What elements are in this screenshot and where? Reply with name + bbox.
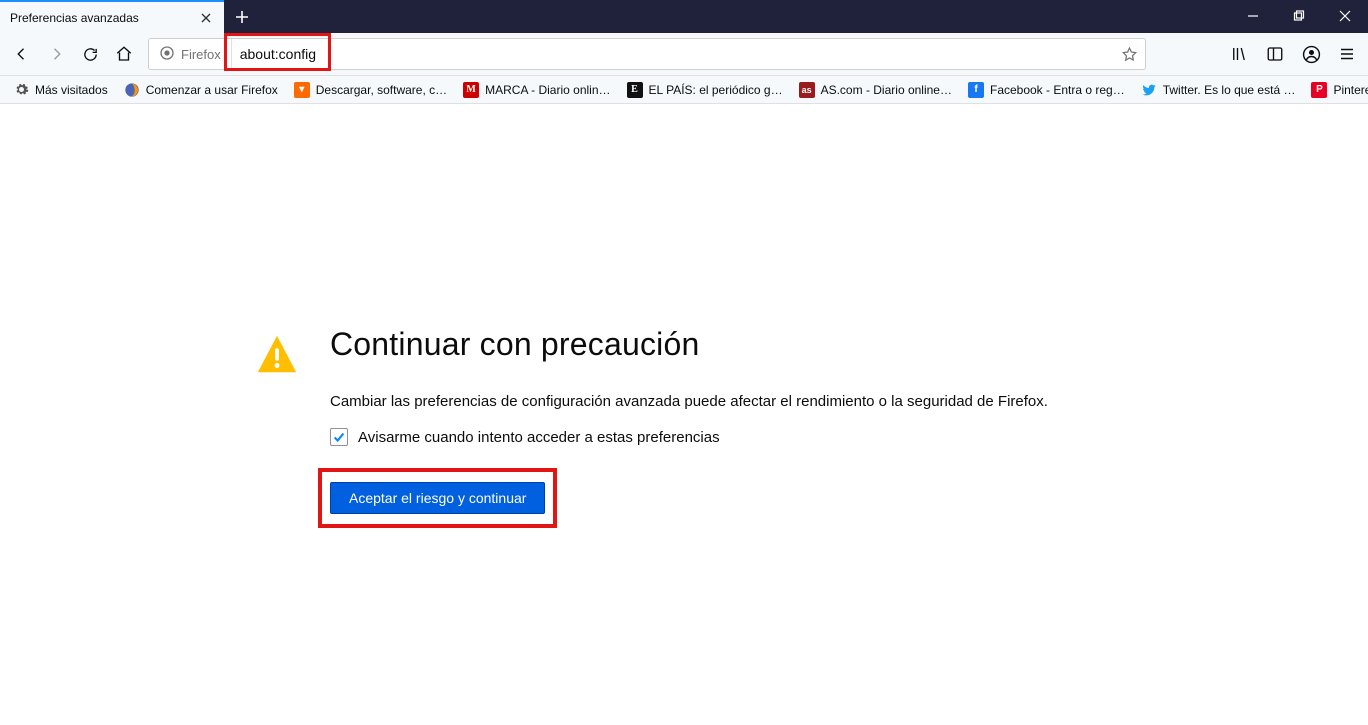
firefox-icon — [124, 82, 140, 98]
elpais-icon: E — [627, 82, 643, 98]
library-button[interactable] — [1224, 39, 1254, 69]
warning-description: Cambiar las preferencias de configuració… — [330, 393, 1048, 410]
pinterest-icon: P — [1311, 82, 1327, 98]
maximize-button[interactable] — [1276, 0, 1322, 31]
bookmark-pinterest[interactable]: P Pinterest — [1304, 78, 1368, 102]
bookmark-elpais[interactable]: E EL PAÍS: el periódico g… — [620, 78, 790, 102]
bookmark-label: Más visitados — [35, 83, 108, 97]
bookmark-star-icon[interactable] — [1113, 38, 1145, 70]
bookmark-twitter[interactable]: Twitter. Es lo que está … — [1134, 78, 1303, 102]
bookmark-facebook[interactable]: f Facebook - Entra o reg… — [961, 78, 1132, 102]
forward-button[interactable] — [40, 38, 72, 70]
account-button[interactable] — [1296, 39, 1326, 69]
bookmarks-toolbar: Más visitados Comenzar a usar Firefox ▾ … — [0, 76, 1368, 104]
bookmark-label: Comenzar a usar Firefox — [146, 83, 278, 97]
download-site-icon: ▾ — [294, 82, 310, 98]
warning-checkbox[interactable] — [330, 428, 348, 446]
bookmark-marca[interactable]: M MARCA - Diario onlin… — [456, 78, 617, 102]
tab-title: Preferencias avanzadas — [10, 11, 198, 25]
tabs-area: Preferencias avanzadas — [0, 0, 260, 33]
bookmark-label: EL PAÍS: el periódico g… — [649, 83, 783, 97]
firefox-logo-icon — [159, 45, 175, 64]
bookmark-label: Twitter. Es lo que está … — [1163, 83, 1296, 97]
twitter-icon — [1141, 82, 1157, 98]
bookmark-as[interactable]: as AS.com - Diario online… — [792, 78, 959, 102]
accept-highlight-box: Aceptar el riesgo y continuar — [318, 468, 557, 528]
marca-icon: M — [463, 82, 479, 98]
warning-checkbox-row: Avisarme cuando intento acceder a estas … — [330, 428, 1048, 446]
warning-checkbox-label: Avisarme cuando intento acceder a estas … — [358, 429, 720, 446]
accept-risk-button[interactable]: Aceptar el riesgo y continuar — [330, 482, 545, 514]
tab-active[interactable]: Preferencias avanzadas — [0, 0, 224, 33]
warning-body: Continuar con precaución Cambiar las pre… — [330, 326, 1048, 528]
facebook-icon: f — [968, 82, 984, 98]
close-tab-icon[interactable] — [198, 10, 214, 26]
window-controls — [1230, 0, 1368, 33]
navigation-toolbar: Firefox about:config — [0, 33, 1368, 76]
gear-icon — [13, 82, 29, 98]
bookmark-firefox-start[interactable]: Comenzar a usar Firefox — [117, 78, 285, 102]
bookmark-label: Pinterest — [1333, 83, 1368, 97]
bookmark-label: MARCA - Diario onlin… — [485, 83, 610, 97]
reload-button[interactable] — [74, 38, 106, 70]
address-bar[interactable]: Firefox about:config — [148, 38, 1146, 70]
bookmark-label: AS.com - Diario online… — [821, 83, 952, 97]
toolbar-right-buttons — [1224, 39, 1362, 69]
url-text[interactable]: about:config — [232, 46, 1113, 62]
close-window-button[interactable] — [1322, 0, 1368, 31]
warning-title: Continuar con precaución — [330, 326, 1048, 363]
back-button[interactable] — [6, 38, 38, 70]
identity-box[interactable]: Firefox — [149, 39, 232, 69]
bookmark-download-software[interactable]: ▾ Descargar, software, c… — [287, 78, 454, 102]
home-button[interactable] — [108, 38, 140, 70]
warning-icon — [254, 332, 300, 383]
sidebar-button[interactable] — [1260, 39, 1290, 69]
identity-label: Firefox — [181, 47, 221, 62]
new-tab-button[interactable] — [224, 0, 260, 33]
bookmark-label: Facebook - Entra o reg… — [990, 83, 1125, 97]
minimize-button[interactable] — [1230, 0, 1276, 31]
bookmark-label: Descargar, software, c… — [316, 83, 447, 97]
page-content: Continuar con precaución Cambiar las pre… — [0, 326, 1368, 528]
url-value: about:config — [240, 46, 316, 62]
as-icon: as — [799, 82, 815, 98]
warning-panel: Continuar con precaución Cambiar las pre… — [254, 326, 1368, 528]
titlebar: Preferencias avanzadas — [0, 0, 1368, 33]
bookmark-most-visited[interactable]: Más visitados — [6, 78, 115, 102]
app-menu-button[interactable] — [1332, 39, 1362, 69]
